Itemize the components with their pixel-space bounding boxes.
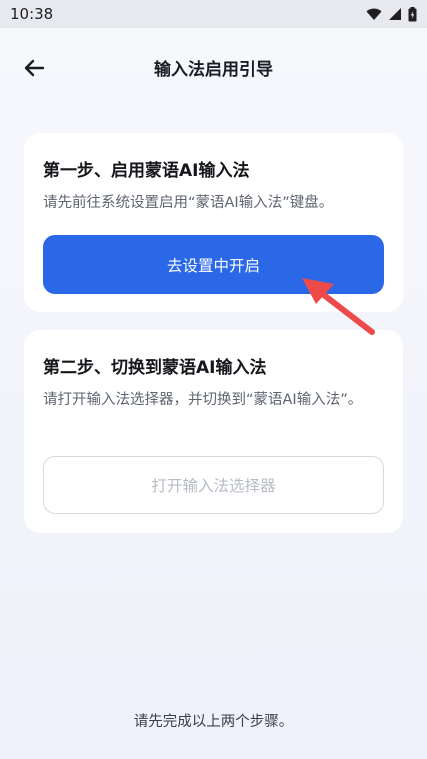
step1-description: 请先前往系统设置启用“蒙语AI输入法”键盘。 [43,195,334,211]
signal-icon [389,8,401,20]
pointer-arrow-icon [302,278,375,335]
wifi-icon [366,8,382,20]
step1-title: 第一步、启用蒙语AI输入法 [43,161,250,181]
battery-icon [408,6,417,21]
footer-note: 请先完成以上两个步骤。 [133,714,294,730]
open-input-picker-button[interactable]: 打开输入法选择器 [43,456,384,514]
status-icons [366,6,417,22]
arrow-left-icon [24,59,45,77]
step2-description: 请打开输入法选择器，并切换到“蒙语AI输入法”。 [43,392,363,408]
status-bar: 10:38 [0,0,427,28]
page-title: 输入法启用引导 [154,59,273,80]
step2-card: 第二步、切换到蒙语AI输入法 请打开输入法选择器，并切换到“蒙语AI输入法”。 … [24,330,403,533]
status-time: 10:38 [10,5,54,23]
app-header: 输入法启用引导 [0,28,427,106]
step2-title: 第二步、切换到蒙语AI输入法 [43,358,267,378]
back-button[interactable] [20,54,48,82]
